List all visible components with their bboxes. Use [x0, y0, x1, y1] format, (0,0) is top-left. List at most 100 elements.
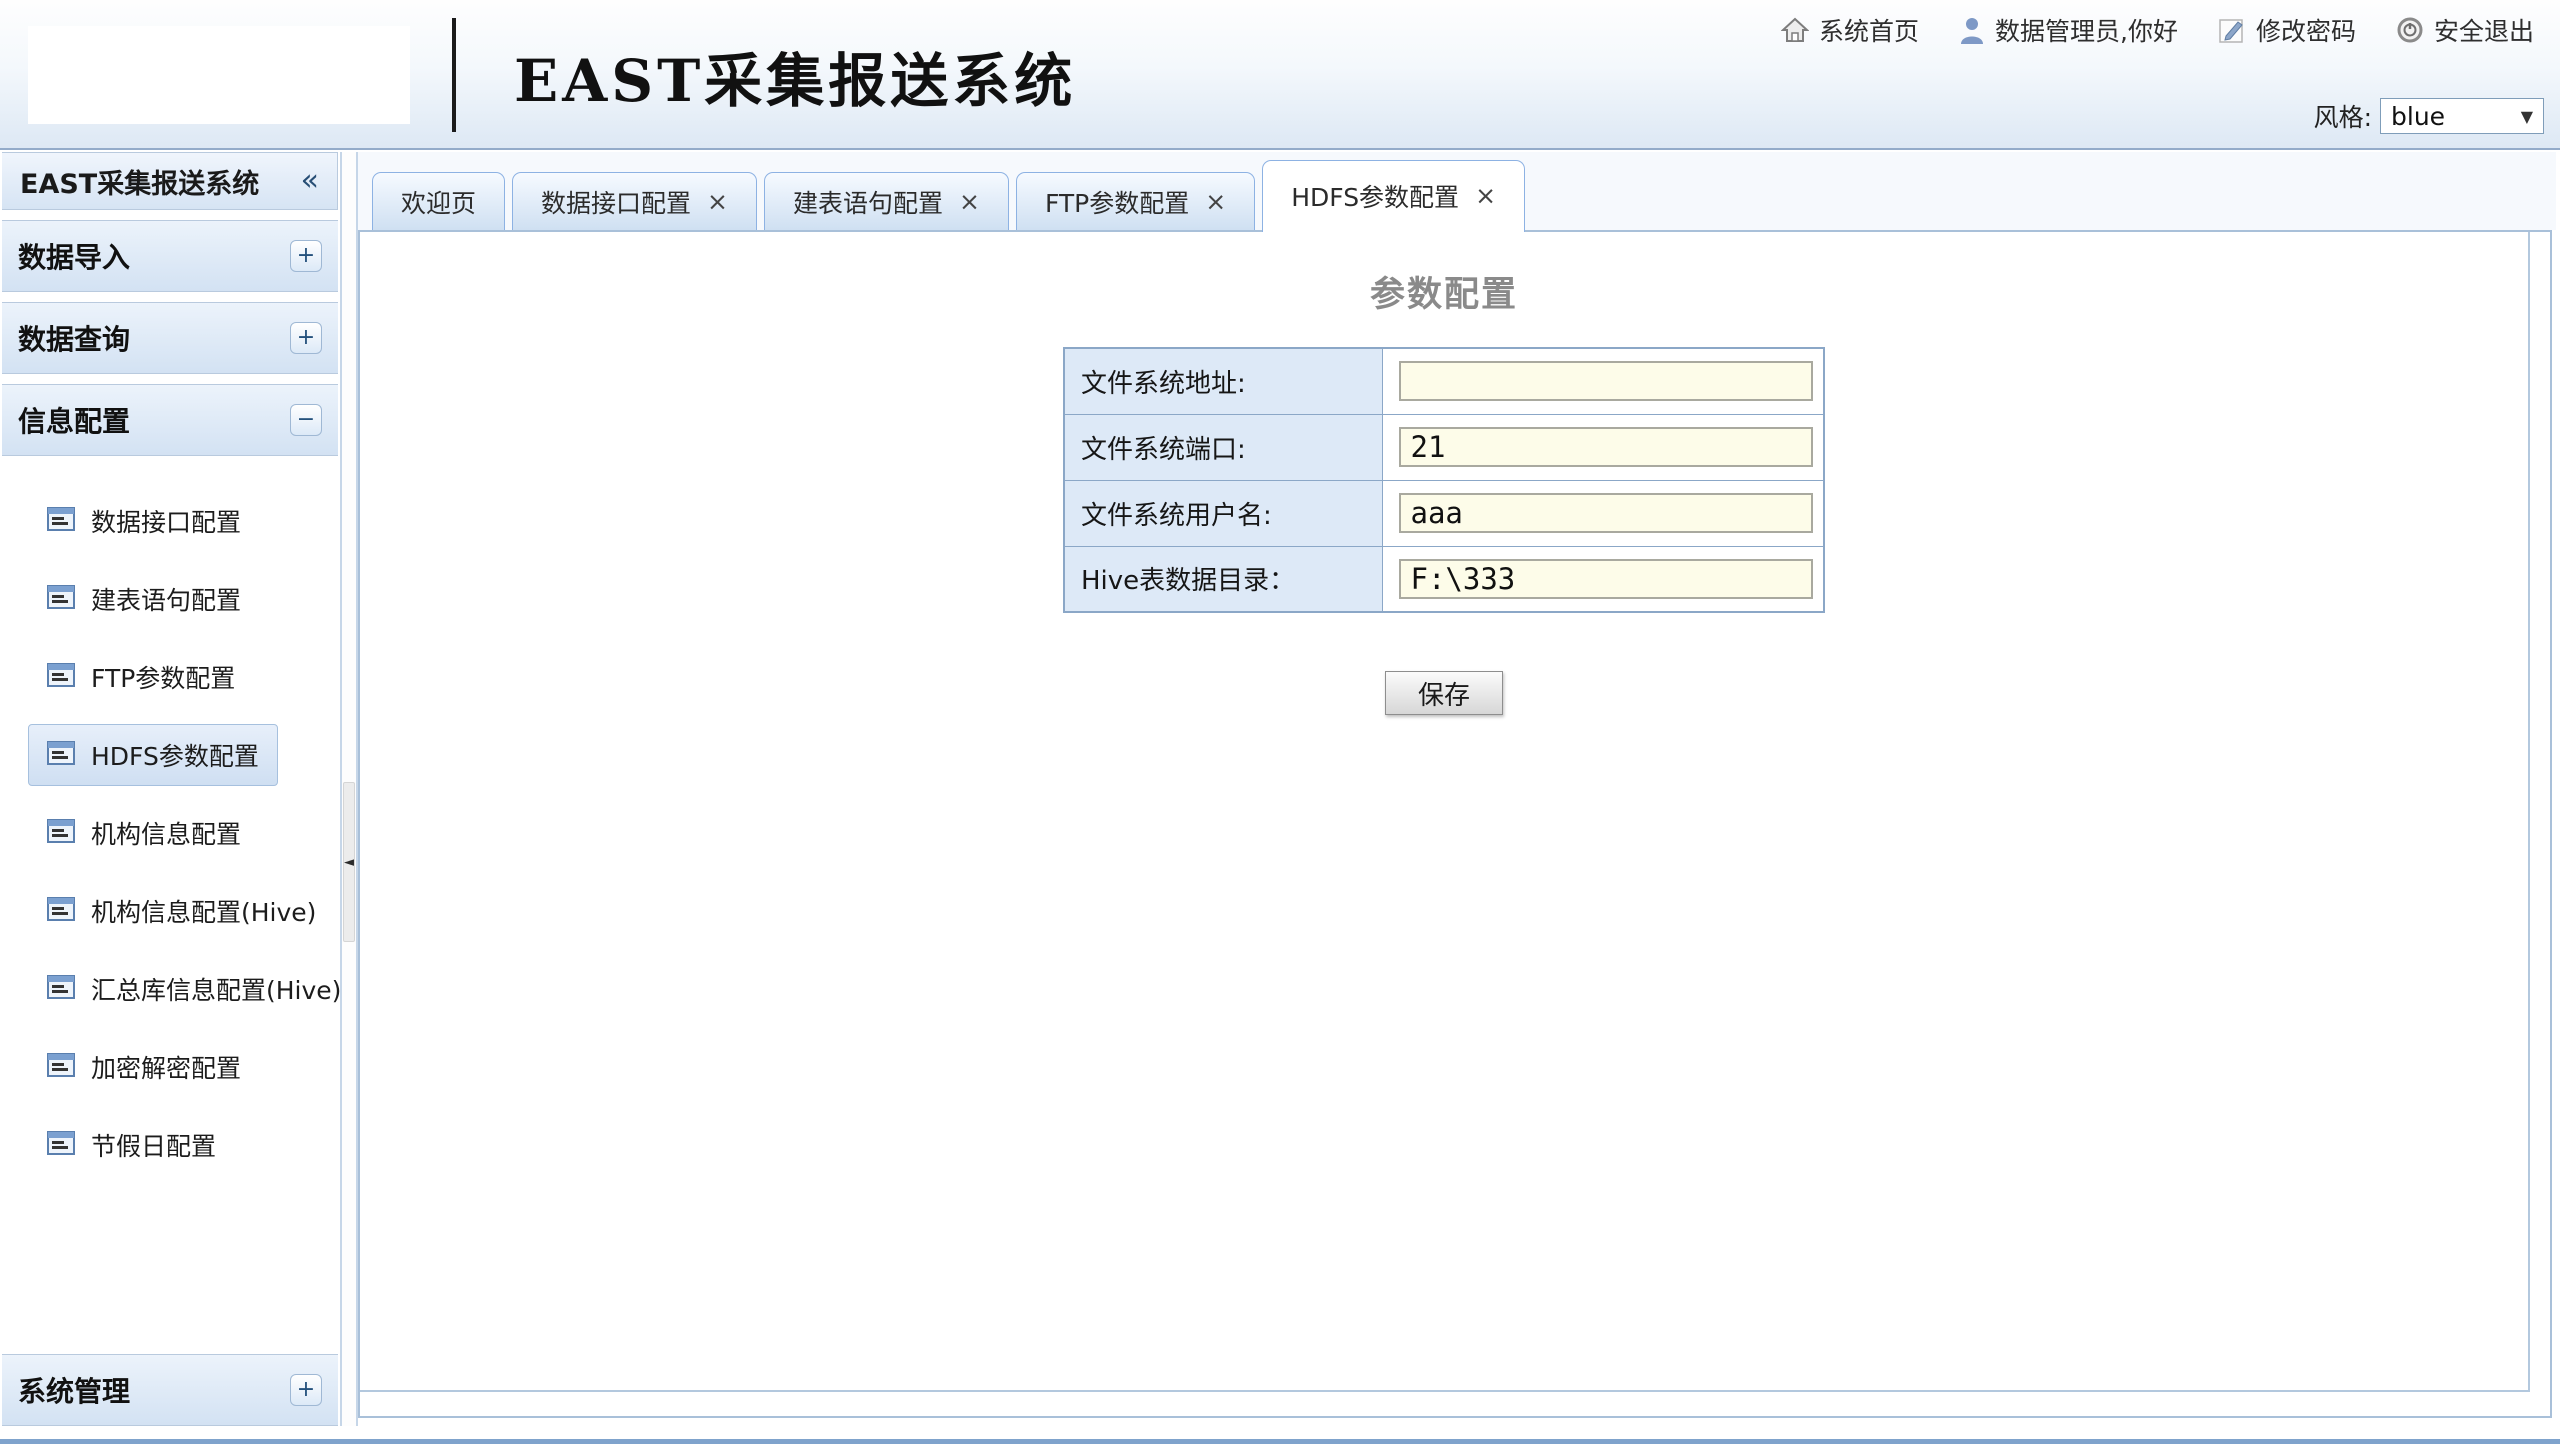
tab-label: 建表语句配置	[793, 184, 943, 220]
tab-label: 数据接口配置	[541, 184, 691, 220]
form-doc-icon	[47, 1053, 75, 1081]
sidebar-item-encrypt-decrypt-config[interactable]: 加密解密配置	[2, 1028, 338, 1106]
filesystem-address-input[interactable]	[1399, 361, 1813, 401]
form-doc-icon	[47, 975, 75, 1003]
content-panel: 参数配置 文件系统地址: 文件系统端口:	[358, 230, 2552, 1418]
sidebar-item-hdfs-config[interactable]: HDFS参数配置	[2, 716, 338, 794]
home-icon	[1781, 17, 1809, 43]
main-content: 欢迎页 数据接口配置 × 建表语句配置 × FTP参数配置 × HDFS参数配置…	[358, 152, 2556, 1432]
field-cell	[1382, 546, 1824, 612]
top-nav: 系统首页 数据管理员,你好 修改密码 安全退出	[1781, 12, 2534, 48]
sidebar-header: EAST采集报送系统 «	[2, 152, 338, 210]
tab-hdfs-config[interactable]: HDFS参数配置 ×	[1262, 160, 1525, 232]
sidebar-group-label: 信息配置	[18, 400, 130, 440]
field-cell	[1382, 414, 1824, 480]
power-icon	[2396, 16, 2424, 44]
sidebar-item-label: 汇总库信息配置(Hive)	[91, 971, 341, 1007]
sidebar-group-label: 数据查询	[18, 318, 130, 358]
sidebar-item-ftp-config[interactable]: FTP参数配置	[2, 638, 338, 716]
sidebar-title: EAST采集报送系统	[20, 162, 259, 201]
sidebar-group-label: 系统管理	[18, 1370, 130, 1410]
sidebar-item-label: 建表语句配置	[91, 581, 241, 617]
form-doc-icon	[47, 897, 75, 925]
chevron-down-icon: ▼	[2521, 107, 2533, 126]
expand-icon[interactable]: +	[290, 240, 322, 272]
sidebar-item-org-info-config[interactable]: 机构信息配置	[2, 794, 338, 872]
sidebar-group-system-management[interactable]: 系统管理 +	[2, 1354, 338, 1426]
field-label-filesystem-address: 文件系统地址:	[1064, 348, 1382, 414]
style-select[interactable]: blue ▼	[2380, 98, 2544, 134]
tab-data-interface-config[interactable]: 数据接口配置 ×	[512, 172, 757, 230]
table-row: Hive表数据目录：	[1064, 546, 1824, 612]
sidebar-item-label: 机构信息配置	[91, 815, 241, 851]
nav-logout-link[interactable]: 安全退出	[2396, 12, 2534, 48]
expand-icon[interactable]: +	[290, 1374, 322, 1406]
sidebar-item-label: 加密解密配置	[91, 1049, 241, 1085]
app-title: EAST采集报送系统	[514, 34, 1076, 118]
style-row: 风格: blue ▼	[2314, 98, 2544, 134]
sidebar-submenu: 数据接口配置 建表语句配置 FTP参数配置 HDFS参数配置 机构信息配置 机构…	[2, 456, 338, 1184]
sidebar-collapse-icon[interactable]: «	[301, 166, 319, 196]
style-label: 风格:	[2314, 98, 2372, 134]
style-select-value: blue	[2391, 102, 2445, 131]
sidebar-item-label: 节假日配置	[91, 1127, 216, 1163]
sidebar-item-data-interface-config[interactable]: 数据接口配置	[2, 482, 338, 560]
logo-divider	[452, 18, 456, 132]
nav-user-link[interactable]: 数据管理员,你好	[1959, 12, 2178, 48]
sidebar-item-org-info-hive-config[interactable]: 机构信息配置(Hive)	[2, 872, 338, 950]
sidebar-group-data-import[interactable]: 数据导入 +	[2, 220, 338, 292]
param-table: 文件系统地址: 文件系统端口: 文件系统用户名:	[1063, 347, 1825, 613]
close-icon[interactable]: ×	[707, 189, 728, 214]
tab-label: HDFS参数配置	[1291, 178, 1459, 214]
content-viewport: 参数配置 文件系统地址: 文件系统端口:	[360, 232, 2530, 1392]
expand-icon[interactable]: +	[290, 322, 322, 354]
save-button[interactable]: 保存	[1385, 671, 1503, 715]
field-cell	[1382, 480, 1824, 546]
sidebar-item-label: 数据接口配置	[91, 503, 241, 539]
sidebar-group-info-config[interactable]: 信息配置 −	[2, 384, 338, 456]
tab-ftp-config[interactable]: FTP参数配置 ×	[1016, 172, 1255, 230]
sidebar-group-data-query[interactable]: 数据查询 +	[2, 302, 338, 374]
splitter-collapse-handle[interactable]: ◄	[343, 782, 355, 942]
collapse-minus-icon[interactable]: −	[290, 404, 322, 436]
tab-create-table-config[interactable]: 建表语句配置 ×	[764, 172, 1009, 230]
filesystem-username-input[interactable]	[1399, 493, 1813, 533]
form-doc-icon	[47, 741, 75, 769]
param-config-form: 参数配置 文件系统地址: 文件系统端口:	[1063, 266, 1825, 715]
field-label-hive-data-dir: Hive表数据目录：	[1064, 546, 1382, 612]
close-icon[interactable]: ×	[1205, 189, 1226, 214]
user-icon	[1959, 16, 1985, 44]
sidebar: EAST采集报送系统 « 数据导入 + 数据查询 + 信息配置 − 数据接口配置…	[2, 152, 338, 1426]
nav-change-password-label: 修改密码	[2256, 12, 2356, 48]
form-doc-icon	[47, 507, 75, 535]
sidebar-item-summary-db-hive-config[interactable]: 汇总库信息配置(Hive)	[2, 950, 338, 1028]
arrow-left-icon: ◄	[344, 855, 354, 870]
nav-home-label: 系统首页	[1819, 12, 1919, 48]
close-icon[interactable]: ×	[1475, 183, 1496, 208]
sidebar-item-holiday-config[interactable]: 节假日配置	[2, 1106, 338, 1184]
field-label-filesystem-port: 文件系统端口:	[1064, 414, 1382, 480]
form-doc-icon	[47, 663, 75, 691]
field-cell	[1382, 348, 1824, 414]
sidebar-item-label: 机构信息配置(Hive)	[91, 893, 316, 929]
nav-logout-label: 安全退出	[2434, 12, 2534, 48]
table-row: 文件系统地址:	[1064, 348, 1824, 414]
tab-bar: 欢迎页 数据接口配置 × 建表语句配置 × FTP参数配置 × HDFS参数配置…	[358, 152, 2556, 230]
filesystem-port-input[interactable]	[1399, 427, 1813, 467]
sidebar-item-create-table-config[interactable]: 建表语句配置	[2, 560, 338, 638]
close-icon[interactable]: ×	[959, 189, 980, 214]
sidebar-splitter[interactable]: ◄	[340, 152, 358, 1426]
pencil-icon	[2218, 16, 2246, 44]
table-row: 文件系统端口:	[1064, 414, 1824, 480]
nav-change-password-link[interactable]: 修改密码	[2218, 12, 2356, 48]
tab-label: FTP参数配置	[1045, 184, 1189, 220]
nav-user-label: 数据管理员,你好	[1995, 12, 2178, 48]
logo-placeholder	[28, 26, 410, 124]
tab-welcome[interactable]: 欢迎页	[372, 172, 505, 230]
nav-home-link[interactable]: 系统首页	[1781, 12, 1919, 48]
table-row: 文件系统用户名:	[1064, 480, 1824, 546]
field-label-filesystem-username: 文件系统用户名:	[1064, 480, 1382, 546]
hive-data-dir-input[interactable]	[1399, 559, 1813, 599]
save-row: 保存	[1063, 671, 1825, 715]
tab-label: 欢迎页	[401, 184, 476, 220]
